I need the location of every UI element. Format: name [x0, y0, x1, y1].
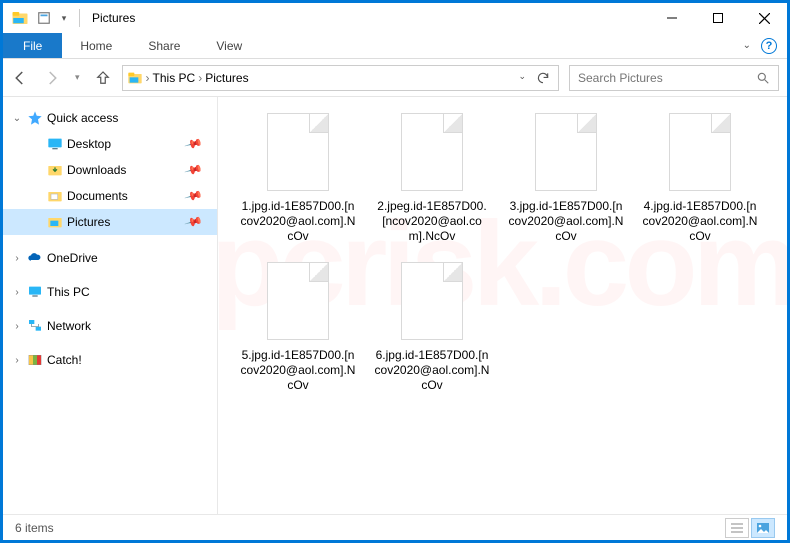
address-row: ▾ › This PC › Pictures ⌄: [3, 59, 787, 97]
help-icon[interactable]: ?: [761, 38, 777, 54]
search-input[interactable]: [578, 71, 756, 85]
sidebar-item-label: This PC: [47, 285, 90, 299]
sidebar-item-pictures[interactable]: Pictures 📌: [3, 209, 217, 235]
sidebar-onedrive[interactable]: › OneDrive: [3, 245, 217, 271]
status-bar: 6 items: [3, 514, 787, 540]
sidebar-network[interactable]: › Network: [3, 313, 217, 339]
file-item[interactable]: 4.jpg.id-1E857D00.[ncov2020@aol.com].NcO…: [642, 113, 758, 244]
content-pane[interactable]: pcrisk.com 1.jpg.id-1E857D00.[ncov2020@a…: [218, 97, 787, 514]
qat-dropdown-icon[interactable]: ▾: [57, 7, 71, 29]
view-details-button[interactable]: [725, 518, 749, 538]
folder-app-icon: [9, 7, 31, 29]
view-icons-button[interactable]: [751, 518, 775, 538]
title-bar: ▾ Pictures: [3, 3, 787, 33]
sidebar-this-pc[interactable]: › This PC: [3, 279, 217, 305]
expand-icon[interactable]: ›: [11, 287, 23, 298]
close-button[interactable]: [741, 3, 787, 33]
file-item[interactable]: 1.jpg.id-1E857D00.[ncov2020@aol.com].NcO…: [240, 113, 356, 244]
breadcrumb-this-pc[interactable]: This PC: [153, 71, 196, 85]
tab-home[interactable]: Home: [62, 33, 130, 58]
tab-view[interactable]: View: [198, 33, 260, 58]
pictures-icon: [47, 214, 63, 230]
file-item[interactable]: 3.jpg.id-1E857D00.[ncov2020@aol.com].NcO…: [508, 113, 624, 244]
navigation-pane: ⌄ Quick access Desktop 📌 Downloads 📌 Doc…: [3, 97, 218, 514]
window-title: Pictures: [92, 11, 135, 25]
file-item[interactable]: 5.jpg.id-1E857D00.[ncov2020@aol.com].NcO…: [240, 262, 356, 393]
collapse-icon[interactable]: ⌄: [11, 113, 23, 124]
file-name: 4.jpg.id-1E857D00.[ncov2020@aol.com].NcO…: [642, 199, 758, 244]
file-icon: [396, 262, 468, 342]
explorer-window: ▾ Pictures File Home Share View ⌄ ? ▾ ›: [0, 0, 790, 543]
search-box[interactable]: [569, 65, 779, 91]
file-name: 5.jpg.id-1E857D00.[ncov2020@aol.com].NcO…: [240, 348, 356, 393]
file-icon: [664, 113, 736, 193]
forward-button[interactable]: [43, 69, 61, 87]
expand-icon[interactable]: ›: [11, 355, 23, 366]
pin-icon: 📌: [184, 186, 204, 206]
sidebar-item-label: OneDrive: [47, 251, 98, 265]
sidebar-item-documents[interactable]: Documents 📌: [3, 183, 217, 209]
ribbon-tabs: File Home Share View ⌄ ?: [3, 33, 787, 59]
status-text: 6 items: [15, 521, 54, 535]
file-item[interactable]: 2.jpeg.id-1E857D00.[ncov2020@aol.com].Nc…: [374, 113, 490, 244]
downloads-icon: [47, 162, 63, 178]
breadcrumb-pictures[interactable]: Pictures: [205, 71, 248, 85]
file-tab[interactable]: File: [3, 33, 62, 58]
file-icon: [262, 262, 334, 342]
sidebar-item-label: Pictures: [67, 215, 110, 229]
documents-icon: [47, 188, 63, 204]
pin-icon: 📌: [184, 212, 204, 232]
file-icon: [262, 113, 334, 193]
search-icon[interactable]: [756, 71, 770, 85]
pin-icon: 📌: [184, 160, 204, 180]
separator: [79, 9, 80, 27]
sidebar-quick-access[interactable]: ⌄ Quick access: [3, 105, 217, 131]
sidebar-item-label: Catch!: [47, 353, 82, 367]
up-button[interactable]: [94, 69, 112, 87]
file-name: 1.jpg.id-1E857D00.[ncov2020@aol.com].NcO…: [240, 199, 356, 244]
file-item[interactable]: 6.jpg.id-1E857D00.[ncov2020@aol.com].NcO…: [374, 262, 490, 393]
file-icon: [530, 113, 602, 193]
expand-icon[interactable]: ›: [11, 253, 23, 264]
sidebar-item-label: Downloads: [67, 163, 126, 177]
expand-icon[interactable]: ›: [11, 321, 23, 332]
minimize-button[interactable]: [649, 3, 695, 33]
catch-icon: [27, 352, 43, 368]
recent-dropdown-icon[interactable]: ▾: [75, 72, 80, 83]
onedrive-icon: [27, 250, 43, 266]
star-icon: [27, 110, 43, 126]
address-bar[interactable]: › This PC › Pictures ⌄: [122, 65, 559, 91]
refresh-icon[interactable]: [536, 71, 550, 85]
tab-share[interactable]: Share: [130, 33, 198, 58]
sidebar-item-label: Documents: [67, 189, 128, 203]
file-grid: 1.jpg.id-1E857D00.[ncov2020@aol.com].NcO…: [240, 113, 781, 393]
network-icon: [27, 318, 43, 334]
ribbon-expand-icon[interactable]: ⌄: [743, 40, 751, 51]
pin-icon: 📌: [184, 134, 204, 154]
file-icon: [396, 113, 468, 193]
sidebar-item-label: Desktop: [67, 137, 111, 151]
folder-icon: [127, 70, 143, 86]
sidebar-catch[interactable]: › Catch!: [3, 347, 217, 373]
sidebar-item-downloads[interactable]: Downloads 📌: [3, 157, 217, 183]
qat-properties-icon[interactable]: [33, 7, 55, 29]
desktop-icon: [47, 136, 63, 152]
chevron-right-icon[interactable]: ›: [198, 71, 202, 85]
sidebar-item-label: Network: [47, 319, 91, 333]
sidebar-label: Quick access: [47, 111, 118, 125]
maximize-button[interactable]: [695, 3, 741, 33]
file-name: 2.jpeg.id-1E857D00.[ncov2020@aol.com].Nc…: [374, 199, 490, 244]
file-name: 6.jpg.id-1E857D00.[ncov2020@aol.com].NcO…: [374, 348, 490, 393]
this-pc-icon: [27, 284, 43, 300]
back-button[interactable]: [11, 69, 29, 87]
file-name: 3.jpg.id-1E857D00.[ncov2020@aol.com].NcO…: [508, 199, 624, 244]
sidebar-item-desktop[interactable]: Desktop 📌: [3, 131, 217, 157]
address-dropdown-icon[interactable]: ⌄: [518, 71, 526, 85]
chevron-right-icon[interactable]: ›: [146, 71, 150, 85]
